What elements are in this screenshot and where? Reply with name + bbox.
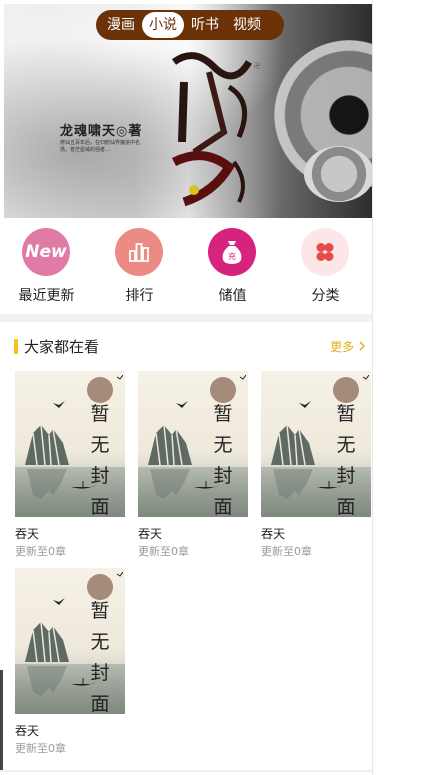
book-title: 吞天: [15, 527, 40, 541]
section-header: 大家都在看 更多: [14, 336, 366, 358]
bottom-divider: [0, 770, 372, 772]
nav-label-recharge: 储值: [218, 288, 247, 304]
banner-author: 龙魂啸天◎著: [60, 124, 143, 139]
ranking-icon: [115, 228, 163, 276]
book-update-status: 更新至0章: [261, 545, 312, 558]
svg-text:充: 充: [228, 251, 236, 261]
book-cover: 暂无封面: [15, 568, 125, 714]
more-label: 更多: [330, 340, 355, 354]
bird-icon: [240, 375, 246, 380]
cover-placeholder-text: 暂无封面: [90, 600, 110, 714]
book-title: 吞天: [138, 527, 163, 541]
new-icon: New: [22, 228, 70, 276]
frame-border: [372, 0, 373, 775]
nav-label-recent: 最近更新: [18, 288, 75, 304]
mountain-reflection: [27, 666, 67, 696]
cover-placeholder-text: 暂无封面: [90, 403, 110, 517]
mountain-image: [271, 424, 315, 465]
tab-novels[interactable]: 小说: [142, 12, 184, 38]
bird-icon: [363, 375, 369, 380]
book-update-status: 更新至0章: [138, 545, 189, 558]
section-accent-bar: [14, 339, 18, 354]
nav-ranking[interactable]: 排行: [93, 222, 186, 312]
banner-subtext: 卍: [253, 62, 261, 69]
chevron-right-icon: [358, 340, 366, 354]
section-divider: [0, 314, 372, 322]
bird-icon: [176, 401, 188, 408]
nav-recent-updates[interactable]: New 最近更新: [0, 222, 93, 312]
nav-label-ranking: 排行: [125, 288, 154, 304]
tab-audiobooks[interactable]: 听书: [184, 12, 226, 38]
book-update-status: 更新至0章: [15, 545, 66, 558]
cover-placeholder-text: 暂无封面: [336, 403, 356, 517]
bird-icon: [117, 572, 123, 577]
mountain-reflection: [273, 469, 313, 499]
book-cover: 暂无封面: [261, 371, 371, 517]
section-title: 大家都在看: [24, 338, 100, 356]
mountain-image: [148, 424, 192, 465]
mountain-reflection: [27, 469, 67, 499]
book-title: 吞天: [261, 527, 286, 541]
banner-blurb: 修仙五百年后，在归鹤仙界魔道中名扬，苍茫星域的强者…: [60, 140, 141, 153]
book-cover: 暂无封面: [15, 371, 125, 517]
nav-label-categories: 分类: [311, 288, 340, 304]
money-bag-icon: 充: [208, 228, 256, 276]
more-link[interactable]: 更多: [330, 338, 366, 355]
app-screen: 卍 龙魂啸天◎著 修仙五百年后，在归鹤仙界魔道中名扬，苍茫星域的强者… 漫画 小…: [0, 0, 372, 775]
bird-icon: [299, 401, 311, 408]
book-cover: 暂无封面: [138, 371, 248, 517]
mountain-image: [25, 621, 69, 662]
mountain-reflection: [150, 469, 190, 499]
edge-shadow: [0, 670, 3, 770]
tab-videos[interactable]: 视频: [226, 12, 268, 38]
category-icon: [301, 228, 349, 276]
nav-categories[interactable]: 分类: [279, 222, 372, 312]
bird-icon: [53, 598, 65, 605]
bird-icon: [117, 375, 123, 380]
content-type-tabs: 漫画 小说 听书 视频: [96, 10, 284, 40]
tab-comics[interactable]: 漫画: [100, 12, 142, 38]
banner-plate-image: [304, 146, 372, 202]
bird-icon: [53, 401, 65, 408]
cover-placeholder-text: 暂无封面: [213, 403, 233, 517]
book-update-status: 更新至0章: [15, 742, 66, 755]
quick-nav: New 最近更新 排行 充 储值 分类: [0, 222, 372, 312]
nav-recharge[interactable]: 充 储值: [186, 222, 279, 312]
book-title: 吞天: [15, 724, 40, 738]
mountain-image: [25, 424, 69, 465]
